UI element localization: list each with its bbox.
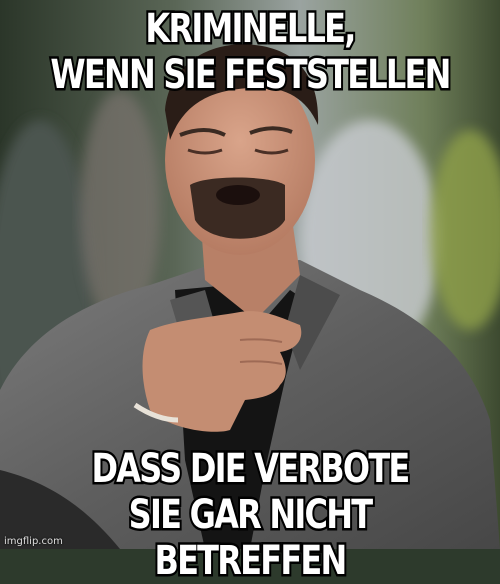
meme-top-caption: KRIMINELLE, WENN SIE FESTSTELLEN <box>48 4 453 101</box>
bottom-caption-line-2: SIE GAR NICHT BETREFFEN <box>127 490 375 584</box>
top-caption-line-1: KRIMINELLE, <box>143 4 358 55</box>
bottom-caption-line-1: DASS DIE VERBOTE <box>90 444 413 495</box>
meme-bottom-caption: DASS DIE VERBOTE SIE GAR NICHT BETREFFEN <box>50 444 450 584</box>
imgflip-watermark: imgflip.com <box>4 536 63 547</box>
top-caption-line-2: WENN SIE FESTSTELLEN <box>48 50 453 101</box>
